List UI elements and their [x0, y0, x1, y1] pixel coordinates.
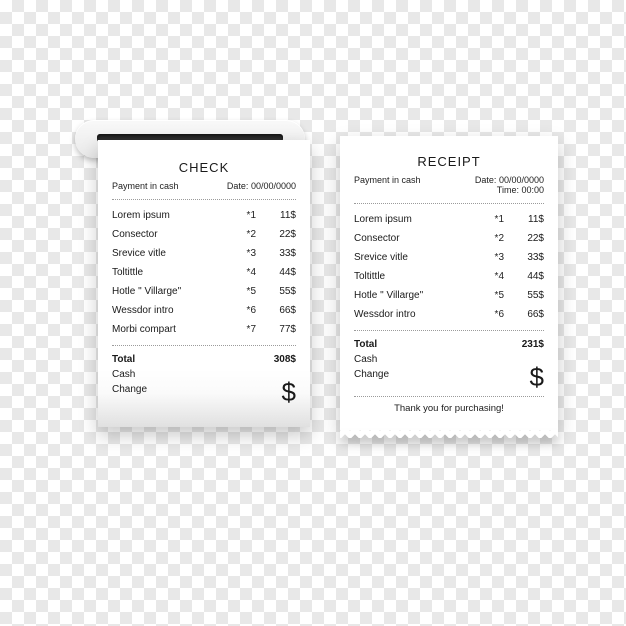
thanks-message: Thank you for purchasing! — [354, 403, 544, 414]
item-qty: *4 — [230, 267, 256, 278]
item-name: Hotle " Villarge" — [112, 286, 230, 297]
item-price: 33$ — [504, 252, 544, 263]
separator — [112, 199, 296, 200]
item-qty: *5 — [478, 290, 504, 301]
time-field: Time: 00:00 — [497, 185, 544, 195]
receipt-totals: Total 231$ Cash Change $ — [354, 337, 544, 390]
line-item: Hotle " Villarge"*555$ — [354, 286, 544, 305]
total-line: Total 308$ — [112, 352, 296, 367]
item-price: 22$ — [256, 229, 296, 240]
item-price: 66$ — [504, 309, 544, 320]
item-name: Hotle " Villarge" — [354, 290, 478, 301]
item-name: Consector — [354, 233, 478, 244]
item-qty: *1 — [478, 214, 504, 225]
check-items: Lorem ipsum*111$Consector*222$Srevice vi… — [112, 206, 296, 339]
item-qty: *1 — [230, 210, 256, 221]
item-name: Lorem ipsum — [112, 210, 230, 221]
item-qty: *6 — [230, 305, 256, 316]
item-qty: *7 — [230, 324, 256, 335]
item-qty: *3 — [230, 248, 256, 259]
item-price: 44$ — [256, 267, 296, 278]
item-name: Wessdor intro — [354, 309, 478, 320]
item-name: Srevice vitle — [354, 252, 478, 263]
item-qty: *4 — [478, 271, 504, 282]
item-name: Wessdor intro — [112, 305, 230, 316]
separator — [354, 396, 544, 397]
item-qty: *2 — [478, 233, 504, 244]
line-item: Wessdor intro*666$ — [354, 305, 544, 324]
item-price: 11$ — [256, 210, 296, 221]
check-title: CHECK — [112, 160, 296, 175]
line-item: Wessdor intro*666$ — [112, 301, 296, 320]
item-price: 66$ — [256, 305, 296, 316]
receipt-items: Lorem ipsum*111$Consector*222$Srevice vi… — [354, 210, 544, 324]
item-name: Toltittle — [112, 267, 230, 278]
item-qty: *5 — [230, 286, 256, 297]
line-item: Toltittle*444$ — [354, 267, 544, 286]
item-price: 55$ — [504, 290, 544, 301]
item-price: 44$ — [504, 271, 544, 282]
item-name: Lorem ipsum — [354, 214, 478, 225]
item-name: Consector — [112, 229, 230, 240]
line-item: Consector*222$ — [112, 225, 296, 244]
item-qty: *6 — [478, 309, 504, 320]
check-meta: Payment in cash Date: 00/00/0000 — [112, 181, 296, 191]
item-name: Srevice vitle — [112, 248, 230, 259]
total-line: Total 231$ — [354, 337, 544, 352]
separator — [354, 330, 544, 331]
check-receipt: CHECK Payment in cash Date: 00/00/0000 L… — [98, 140, 310, 427]
check-totals: Total 308$ Cash Change $ — [112, 352, 296, 405]
item-price: 77$ — [256, 324, 296, 335]
perforation-edge — [340, 430, 558, 438]
item-price: 11$ — [504, 214, 544, 225]
line-item: Toltittle*444$ — [112, 263, 296, 282]
line-item: Hotle " Villarge"*555$ — [112, 282, 296, 301]
line-item: Lorem ipsum*111$ — [354, 210, 544, 229]
date-field: Date: 00/00/0000 — [227, 181, 296, 191]
item-qty: *3 — [478, 252, 504, 263]
canvas: CHECK Payment in cash Date: 00/00/0000 L… — [0, 0, 626, 626]
line-item: Morbi compart*777$ — [112, 320, 296, 339]
receipt-title: RECEIPT — [354, 154, 544, 169]
line-item: Consector*222$ — [354, 229, 544, 248]
item-name: Morbi compart — [112, 324, 230, 335]
separator — [112, 345, 296, 346]
line-item: Srevice vitle*333$ — [112, 244, 296, 263]
item-price: 22$ — [504, 233, 544, 244]
payment-label: Payment in cash — [112, 181, 179, 191]
payment-label: Payment in cash — [354, 175, 421, 185]
item-name: Toltittle — [354, 271, 478, 282]
separator — [354, 203, 544, 204]
receipt-receipt: RECEIPT Payment in cash Date: 00/00/0000… — [340, 136, 558, 430]
line-item: Srevice vitle*333$ — [354, 248, 544, 267]
item-price: 55$ — [256, 286, 296, 297]
receipt-meta: Payment in cash Date: 00/00/0000 Time: 0… — [354, 175, 544, 195]
item-qty: *2 — [230, 229, 256, 240]
date-field: Date: 00/00/0000 — [475, 175, 544, 185]
item-price: 33$ — [256, 248, 296, 259]
line-item: Lorem ipsum*111$ — [112, 206, 296, 225]
